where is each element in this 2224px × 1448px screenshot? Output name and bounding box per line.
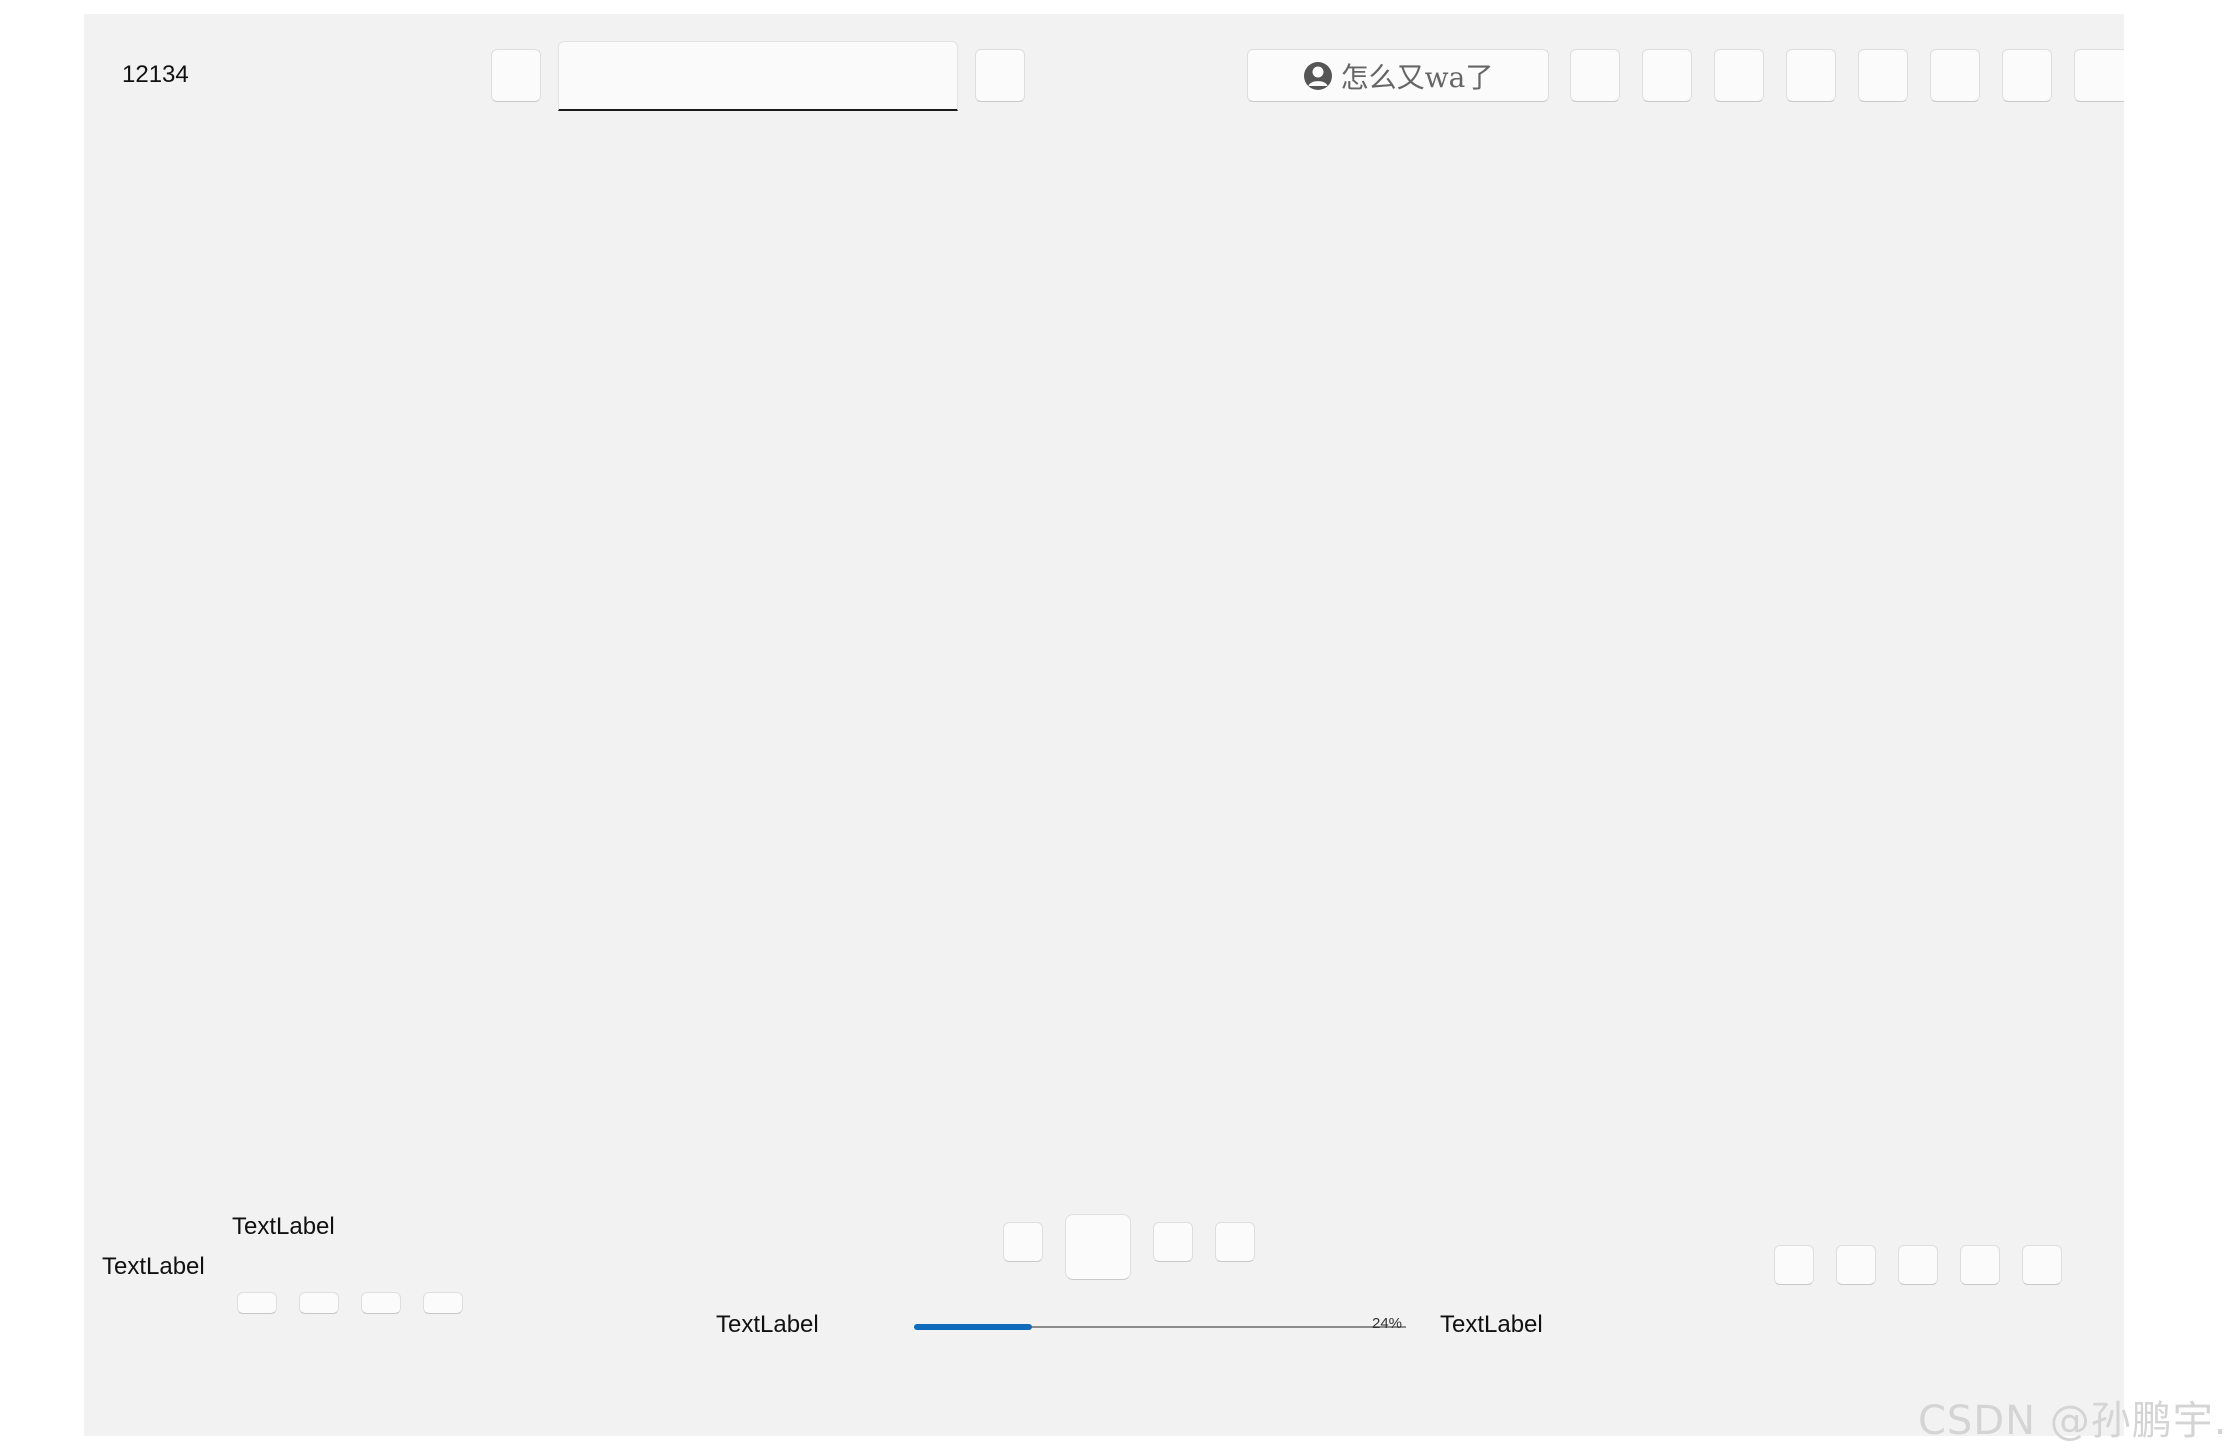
right-button-1[interactable] [1774,1245,1814,1285]
toolbar-button-3[interactable] [1714,49,1764,102]
total-time-label: TextLabel [1440,1311,1543,1338]
search-input[interactable] [558,41,958,111]
next-button[interactable] [1153,1222,1193,1262]
progress-fill [914,1324,1033,1330]
mode-button[interactable] [1215,1222,1255,1262]
prev-button[interactable] [1003,1222,1043,1262]
user-name: 怎么又wa了 [1340,60,1494,94]
toolbar-button-7[interactable] [2002,49,2052,102]
toolbar-button-5[interactable] [1858,49,1908,102]
mini-button-4[interactable] [423,1292,463,1314]
search-button[interactable] [975,49,1025,102]
user-avatar-icon [1303,61,1332,90]
right-button-5[interactable] [2022,1245,2062,1285]
user-button[interactable]: 怎么又wa了 [1247,49,1549,102]
toolbar-button-2[interactable] [1642,49,1692,102]
mini-button-3[interactable] [361,1292,401,1314]
right-button-2[interactable] [1836,1245,1876,1285]
progress-percent: 24% [1372,1315,1403,1332]
play-button[interactable] [1065,1214,1131,1280]
toolbar-button-6[interactable] [1930,49,1980,102]
nav-left-button[interactable] [491,49,541,102]
mini-button-2[interactable] [299,1292,339,1314]
app-window: 12134 怎么又wa了 TextLabel TextLabel TextLab… [84,14,2124,1436]
toolbar-button-8[interactable] [2074,49,2124,102]
progress-slider[interactable] [914,1323,1406,1331]
current-time-label: TextLabel [716,1311,819,1338]
info-label-left: TextLabel [102,1253,205,1280]
toolbar-button-4[interactable] [1786,49,1836,102]
info-label-top: TextLabel [232,1213,335,1240]
toolbar-button-1[interactable] [1570,49,1620,102]
csdn-watermark: CSDN @孙鹏宇. [1918,1398,2224,1444]
right-button-4[interactable] [1960,1245,2000,1285]
right-button-3[interactable] [1898,1245,1938,1285]
mini-button-1[interactable] [237,1292,277,1314]
window-title: 12134 [122,61,189,88]
